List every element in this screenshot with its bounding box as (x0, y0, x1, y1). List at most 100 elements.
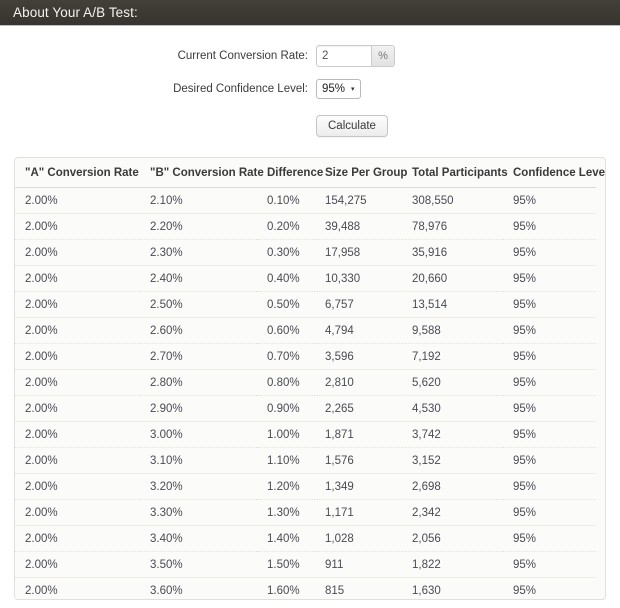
table-col-header-5: Confidence Level (503, 158, 605, 188)
table-cell-2: 1.10% (257, 447, 315, 474)
percent-addon-icon: % (371, 46, 394, 66)
table-row: 2.00% 3.10% 1.10% 1,576 3,152 95% (15, 447, 596, 474)
table-col-header-3: Size Per Group (315, 158, 407, 188)
table-cell-5: 95% (503, 239, 596, 266)
confidence-level-label: Desired Confidence Level: (173, 83, 308, 95)
table-cell-4: 308,550 (402, 187, 503, 214)
table-cell-1: 2.80% (140, 369, 257, 396)
table-cell-2: 1.40% (257, 525, 315, 552)
table-cell-5: 95% (503, 265, 596, 292)
table-cell-0: 2.00% (15, 421, 140, 448)
table-cell-0: 2.00% (15, 499, 140, 526)
table-cell-4: 78,976 (402, 213, 503, 240)
table-cell-2: 1.60% (257, 577, 315, 599)
table-cell-3: 10,330 (315, 265, 402, 292)
table-row: 2.00% 2.60% 0.60% 4,794 9,588 95% (15, 317, 596, 344)
table-cell-4: 4,530 (402, 395, 503, 422)
table-cell-3: 2,810 (315, 369, 402, 396)
table-cell-3: 39,488 (315, 213, 402, 240)
table-cell-5: 95% (503, 473, 596, 500)
table-cell-5: 95% (503, 551, 596, 578)
table-row: 2.00% 3.30% 1.30% 1,171 2,342 95% (15, 499, 596, 526)
calculate-wrap: Calculate (316, 115, 388, 137)
table-cell-1: 2.30% (140, 239, 257, 266)
confidence-level-field-wrap: 95% ▾ (316, 79, 361, 99)
table-col-header-0: "A" Conversion Rate (15, 158, 140, 188)
table-cell-2: 1.00% (257, 421, 315, 448)
table-cell-0: 2.00% (15, 265, 140, 292)
table-cell-2: 1.50% (257, 551, 315, 578)
table-cell-0: 2.00% (15, 187, 140, 214)
table-row: 2.00% 2.50% 0.50% 6,757 13,514 95% (15, 291, 596, 318)
confidence-level-select[interactable]: 95% ▾ (316, 79, 361, 99)
table-cell-3: 815 (315, 577, 402, 599)
table-cell-1: 3.40% (140, 525, 257, 552)
table-cell-4: 2,056 (402, 525, 503, 552)
table-cell-1: 3.00% (140, 421, 257, 448)
table-cell-4: 3,742 (402, 421, 503, 448)
table-cell-5: 95% (503, 369, 596, 396)
table-cell-3: 4,794 (315, 317, 402, 344)
table-cell-3: 1,171 (315, 499, 402, 526)
table-cell-0: 2.00% (15, 447, 140, 474)
table-cell-5: 95% (503, 395, 596, 422)
table-row: 2.00% 2.30% 0.30% 17,958 35,916 95% (15, 239, 596, 266)
table-row: 2.00% 2.20% 0.20% 39,488 78,976 95% (15, 213, 596, 240)
conversion-rate-input-group[interactable]: % (316, 45, 395, 67)
table-cell-0: 2.00% (15, 525, 140, 552)
table-col-header-1: "B" Conversion Rate (140, 158, 264, 188)
table-cell-2: 0.90% (257, 395, 315, 422)
table-cell-4: 35,916 (402, 239, 503, 266)
table-cell-4: 1,822 (402, 551, 503, 578)
table-cell-1: 3.20% (140, 473, 257, 500)
table-row: 2.00% 2.10% 0.10% 154,275 308,550 95% (15, 187, 596, 214)
calculate-button[interactable]: Calculate (316, 115, 388, 137)
table-cell-3: 6,757 (315, 291, 402, 318)
table-cell-5: 95% (503, 213, 596, 240)
table-cell-3: 1,576 (315, 447, 402, 474)
table-cell-4: 3,152 (402, 447, 503, 474)
table-cell-0: 2.00% (15, 213, 140, 240)
chevron-down-icon: ▾ (351, 85, 355, 93)
table-cell-5: 95% (503, 447, 596, 474)
results-table: "A" Conversion Rate "B" Conversion Rate Di… (15, 158, 605, 599)
table-cell-1: 2.70% (140, 343, 257, 370)
table-row: 2.00% 2.40% 0.40% 10,330 20,660 95% (15, 265, 596, 292)
table-cell-5: 95% (503, 343, 596, 370)
table-cell-2: 1.20% (257, 473, 315, 500)
table-cell-1: 3.30% (140, 499, 257, 526)
table-cell-3: 2,265 (315, 395, 402, 422)
table-cell-4: 5,620 (402, 369, 503, 396)
table-cell-3: 3,596 (315, 343, 402, 370)
ab-test-form: Current Conversion Rate: % Desired Confi… (0, 25, 620, 137)
table-cell-1: 3.60% (140, 577, 257, 599)
table-cell-2: 0.60% (257, 317, 315, 344)
conversion-rate-label: Current Conversion Rate: (177, 50, 308, 62)
table-cell-0: 2.00% (15, 577, 140, 599)
table-cell-3: 1,871 (315, 421, 402, 448)
table-row: 2.00% 3.00% 1.00% 1,871 3,742 95% (15, 421, 596, 448)
table-cell-5: 95% (503, 187, 596, 214)
table-cell-1: 2.40% (140, 265, 257, 292)
conversion-rate-input[interactable] (317, 46, 371, 66)
table-cell-4: 9,588 (402, 317, 503, 344)
table-cell-2: 0.70% (257, 343, 315, 370)
table-row: 2.00% 2.90% 0.90% 2,265 4,530 95% (15, 395, 596, 422)
table-cell-3: 911 (315, 551, 402, 578)
table-cell-3: 17,958 (315, 239, 402, 266)
table-cell-5: 95% (503, 317, 596, 344)
conversion-rate-row: Current Conversion Rate: % (0, 45, 620, 67)
table-cell-5: 95% (503, 421, 596, 448)
table-row: 2.00% 2.70% 0.70% 3,596 7,192 95% (15, 343, 596, 370)
table-cell-2: 1.30% (257, 499, 315, 526)
table-cell-4: 2,342 (402, 499, 503, 526)
table-row: 2.00% 3.20% 1.20% 1,349 2,698 95% (15, 473, 596, 500)
table-cell-1: 3.10% (140, 447, 257, 474)
confidence-level-row: Desired Confidence Level: 95% ▾ (0, 79, 620, 99)
table-cell-2: 0.50% (257, 291, 315, 318)
table-col-header-4: Total Participants (402, 158, 508, 188)
results-scroll-area[interactable]: "A" Conversion Rate "B" Conversion Rate Di… (15, 158, 605, 599)
table-cell-0: 2.00% (15, 395, 140, 422)
table-cell-0: 2.00% (15, 317, 140, 344)
table-cell-0: 2.00% (15, 239, 140, 266)
